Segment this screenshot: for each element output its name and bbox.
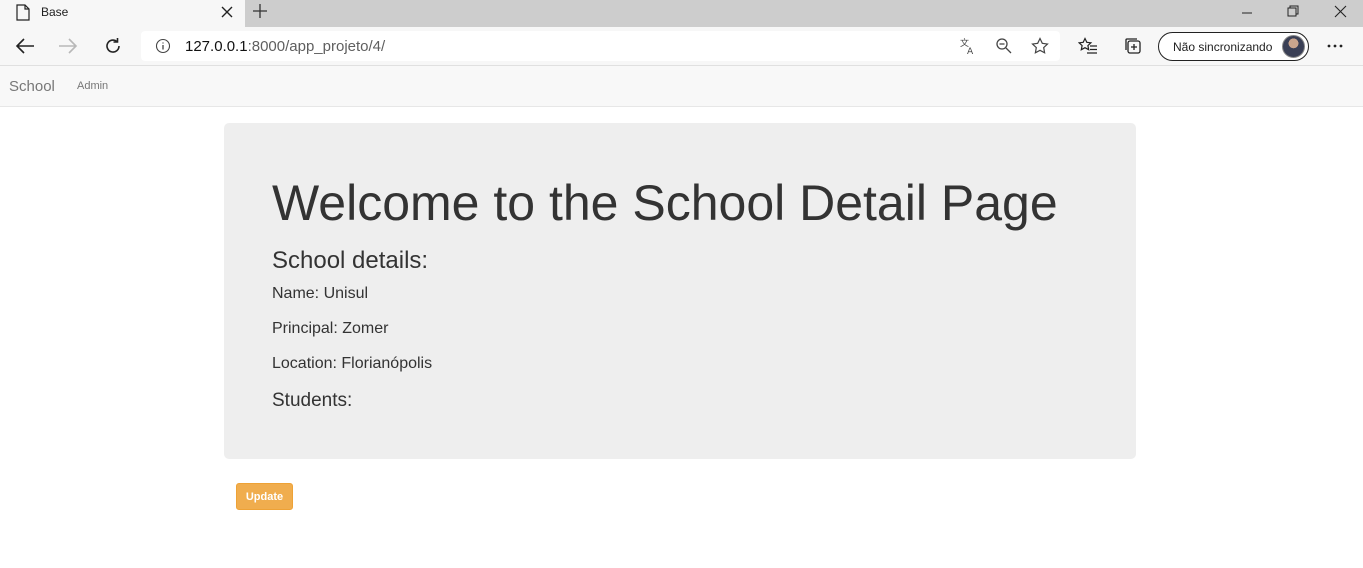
window-close-icon[interactable]	[1317, 0, 1363, 22]
minimize-icon[interactable]	[1224, 0, 1270, 22]
forward-icon[interactable]	[57, 35, 79, 57]
url-path: :8000/app_projeto/4/	[247, 38, 386, 55]
back-icon[interactable]	[14, 35, 36, 57]
favorites-icon[interactable]	[1077, 35, 1099, 57]
site-navbar: School Admin	[0, 66, 1363, 107]
restore-icon[interactable]	[1270, 0, 1316, 22]
school-name: Name: Unisul	[272, 285, 369, 302]
svg-text:A: A	[967, 47, 974, 55]
close-icon[interactable]	[220, 5, 234, 19]
profile-sync-button[interactable]: Não sincronizando	[1158, 32, 1309, 61]
school-detail-panel: Welcome to the School Detail Page School…	[224, 123, 1136, 459]
url-text[interactable]: 127.0.0.1:8000/app_projeto/4/	[185, 38, 385, 55]
tab-strip: Base	[0, 0, 1363, 27]
browser-toolbar: 127.0.0.1:8000/app_projeto/4/ 文A Não sin…	[0, 27, 1363, 66]
collections-icon[interactable]	[1122, 35, 1144, 57]
students-heading: Students:	[272, 390, 353, 411]
browser-tab[interactable]: Base	[0, 0, 245, 27]
avatar	[1282, 35, 1305, 58]
school-principal: Principal: Zomer	[272, 320, 389, 337]
address-bar[interactable]: 127.0.0.1:8000/app_projeto/4/ 文A	[141, 31, 1060, 61]
tab-title: Base	[41, 5, 69, 19]
star-icon[interactable]	[1031, 37, 1049, 55]
more-icon[interactable]	[1324, 35, 1346, 57]
sync-status-label: Não sincronizando	[1173, 40, 1273, 54]
zoom-icon[interactable]	[995, 37, 1013, 55]
page-title: Welcome to the School Detail Page	[272, 175, 1058, 231]
school-details-heading: School details:	[272, 247, 429, 274]
school-location: Location: Florianópolis	[272, 355, 433, 372]
update-button[interactable]: Update	[236, 483, 293, 510]
plus-icon[interactable]	[252, 3, 268, 19]
info-icon[interactable]	[155, 38, 171, 54]
url-host: 127.0.0.1	[185, 38, 248, 55]
translate-icon[interactable]: 文A	[959, 37, 977, 55]
refresh-icon[interactable]	[102, 35, 124, 57]
admin-link[interactable]: Admin	[77, 80, 108, 92]
navbar-brand-link[interactable]: School	[9, 78, 55, 95]
page-icon	[16, 4, 30, 21]
